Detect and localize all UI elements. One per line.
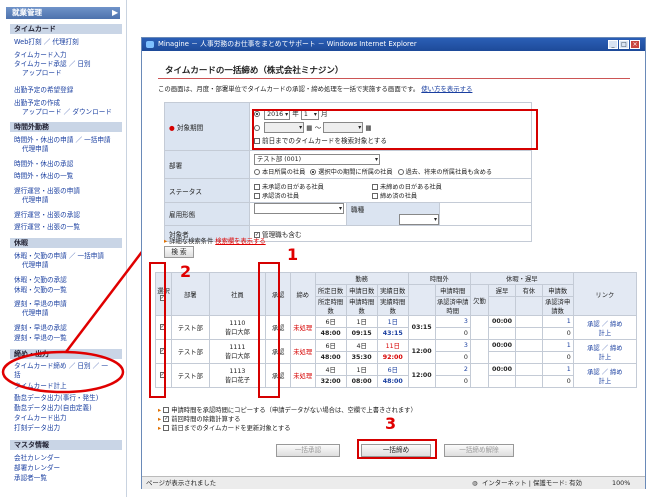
table-row: ✓ テスト部 1113 皆口花子 承認 未処理 4日 1日 6日 12:00 2 … [154, 363, 638, 388]
status-bar: ページが表示されました ◍ インターネット | 保護モード: 有効 100% [142, 476, 645, 489]
ot-blank-header [407, 284, 436, 316]
late-blank-header [488, 296, 516, 316]
late-header: 遅早 [488, 284, 516, 297]
copy-hours-checkbox[interactable] [163, 407, 170, 413]
callout-1: 1 [287, 245, 299, 264]
overtime-header: 時間外 [407, 272, 471, 285]
howto-link[interactable]: 使い方を表示する [421, 85, 472, 93]
show-search-link[interactable]: 検索欄を表示する [215, 238, 265, 245]
close-button[interactable]: × [630, 40, 640, 49]
table-row: ✓ テスト部 1111 皆口大郎 承認 未処理 6日 4日 11日 12:00 3… [154, 339, 638, 364]
page-title: タイムカードの一括締め（株式会社ミナジン） [165, 66, 344, 76]
paid-header: 有休 [514, 284, 543, 297]
actual-days-header: 実績日数 [376, 284, 409, 297]
approve-column-highlight [258, 262, 280, 398]
maximize-button[interactable]: □ [619, 40, 629, 49]
actual-hours-header: 実績時間数 [376, 296, 409, 316]
dept-select[interactable]: テスト部 (001) [254, 153, 380, 165]
results-table: 選択 ✓ 部署 社員 承認 締め 勤務 時間外 休暇・遅早 リンク 所定日数 申請… [154, 272, 638, 388]
table-row: ✓ テスト部 1110 皆口大郎 承認 未処理 6日 1日 1日 03:15 3 … [154, 315, 638, 340]
select-column-highlight [149, 262, 166, 398]
link-header: リンク [572, 272, 638, 316]
window-title: Minagine － 人事労務のお仕事をまとめてサポート － Windows I… [158, 40, 417, 48]
ot-approved-header: 承認済申請時間 [434, 296, 471, 316]
bulk-approve-button[interactable]: 一括承認 [276, 444, 340, 457]
employment-select[interactable] [254, 203, 344, 214]
applied-days-header: 申請日数 [345, 284, 378, 297]
status-text: ページが表示されました [146, 479, 217, 487]
row-close-status: 未処理 [289, 363, 316, 388]
process-options: ▸ 申請時間を承認時間にコピーする（申請データがない場合は、空欄で上書きされます… [158, 407, 417, 432]
minimize-button[interactable]: _ [608, 40, 618, 49]
leave-approved-header: 承認済申請数 [541, 296, 574, 316]
security-zone: インターネット | 保護モード: 有効 [482, 479, 582, 487]
period-highlight [252, 109, 538, 150]
employment-label: 雇用形態 [164, 202, 250, 226]
page-description: この画面は、月度・部署単位でタイムカードの承認・締め処理を一括で実施する画面です… [158, 85, 473, 93]
leave-applied-header: 申請数 [541, 284, 574, 297]
callout-2: 2 [180, 262, 192, 281]
scope-today-radio[interactable] [254, 168, 260, 175]
window-titlebar: Minagine － 人事労務のお仕事をまとめてサポート － Windows I… [142, 38, 645, 51]
scope-all-radio[interactable] [397, 168, 404, 175]
dept-label: 部署 [164, 150, 250, 179]
sched-hours-header: 所定時間数 [314, 296, 347, 316]
close-header: 締め [289, 272, 316, 316]
row-close-status: 未処理 [289, 339, 316, 364]
callout-3: 3 [385, 414, 397, 433]
prev-day-update-checkbox[interactable] [163, 425, 170, 431]
bulk-close-highlight [357, 439, 437, 459]
advanced-search: ▸ 詳細な検索条件 検索欄を表示する [164, 238, 266, 245]
zoom-level[interactable]: 100% [612, 477, 630, 489]
title-divider [158, 78, 630, 79]
row-dept: テスト部 [171, 315, 210, 340]
applied-hours-header: 申請時間数 [345, 296, 378, 316]
sched-days-header: 所定日数 [314, 284, 347, 297]
row-links[interactable]: 承認 ／ 締め 計上 [572, 315, 638, 340]
leave-header: 休暇・遅早 [469, 272, 574, 285]
ot-applied-header: 申請時間 [434, 284, 471, 297]
row-close-status: 未処理 [289, 315, 316, 340]
scope-period-radio[interactable] [310, 168, 317, 175]
status-unapproved-checkbox[interactable] [254, 183, 260, 190]
absence-header: 欠勤 [469, 284, 490, 316]
work-header: 勤務 [314, 272, 409, 285]
row-links[interactable]: 承認 ／ 締め 計上 [572, 339, 638, 364]
recalc-checkbox[interactable]: ✓ [163, 416, 170, 422]
position-select[interactable] [399, 214, 439, 225]
ie-logo-icon [146, 41, 154, 48]
bulk-release-button[interactable]: 一括締め解除 [444, 444, 514, 457]
status-unclosed-checkbox[interactable] [372, 183, 378, 190]
globe-icon: ◍ [472, 479, 478, 487]
paid-blank-header [514, 296, 543, 316]
row-links[interactable]: 承認 ／ 締め 計上 [572, 363, 638, 388]
row-dept: テスト部 [171, 339, 210, 364]
period-label: ● 対象期間 [164, 102, 250, 151]
status-approved-checkbox[interactable] [254, 192, 260, 199]
status-label: ステータス [164, 178, 250, 203]
status-closed-checkbox[interactable] [372, 192, 378, 199]
row-dept: テスト部 [171, 363, 210, 388]
search-button[interactable]: 検 索 [164, 246, 194, 258]
